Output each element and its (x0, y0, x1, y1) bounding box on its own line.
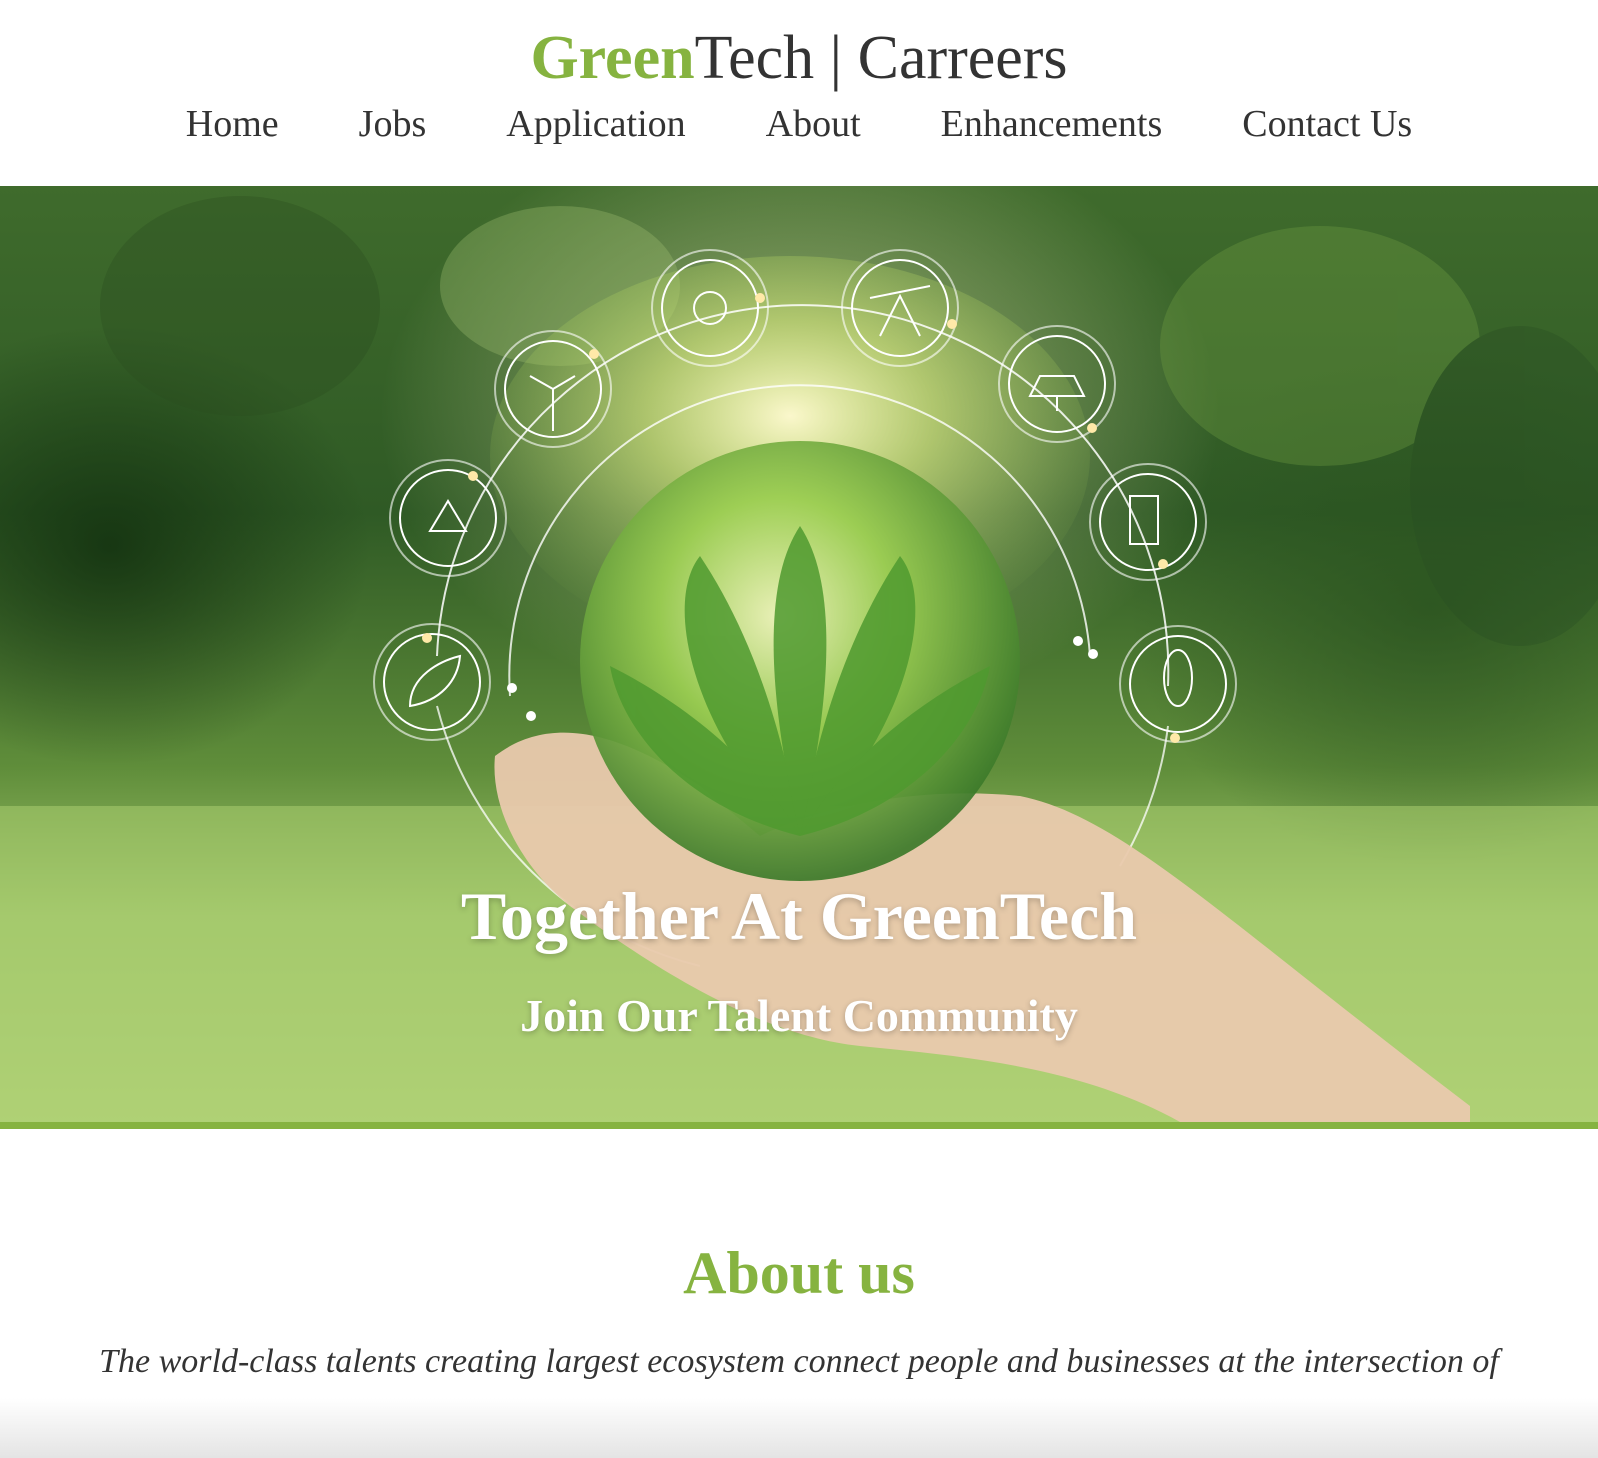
recycle-icon (389, 459, 507, 577)
hero-illustration (0, 196, 1598, 1122)
leaf-water-icon (373, 623, 491, 741)
site-logo[interactable]: GreenTech | Carreers (0, 22, 1598, 94)
nav-about[interactable]: About (766, 96, 861, 152)
nav-jobs[interactable]: Jobs (359, 96, 427, 152)
about-text: The world-class talents creating largest… (99, 1343, 1499, 1380)
main-nav: Home Jobs Application About Enhancements… (0, 96, 1598, 152)
nav-contact-us[interactable]: Contact Us (1242, 96, 1412, 152)
nav-enhancements[interactable]: Enhancements (941, 96, 1163, 152)
about-heading: About us (683, 1240, 915, 1306)
nav-application[interactable]: Application (506, 96, 685, 152)
site-header: GreenTech | Carreers Home Jobs Applicati… (0, 0, 1598, 186)
bottom-fade (0, 1398, 1598, 1458)
nav-home[interactable]: Home (186, 96, 279, 152)
fuel-pump-icon (1089, 463, 1207, 581)
corn-icon (1119, 625, 1237, 743)
brand-rest: Tech | Carreers (694, 24, 1068, 92)
hero-banner: Together At GreenTech Join Our Talent Co… (0, 186, 1598, 1122)
brand-green: Green (530, 24, 695, 92)
hero-subtitle[interactable]: Join Our Talent Community (0, 988, 1598, 1044)
hero-title: Together At GreenTech (460, 878, 1138, 954)
hero-divider (0, 1122, 1598, 1129)
